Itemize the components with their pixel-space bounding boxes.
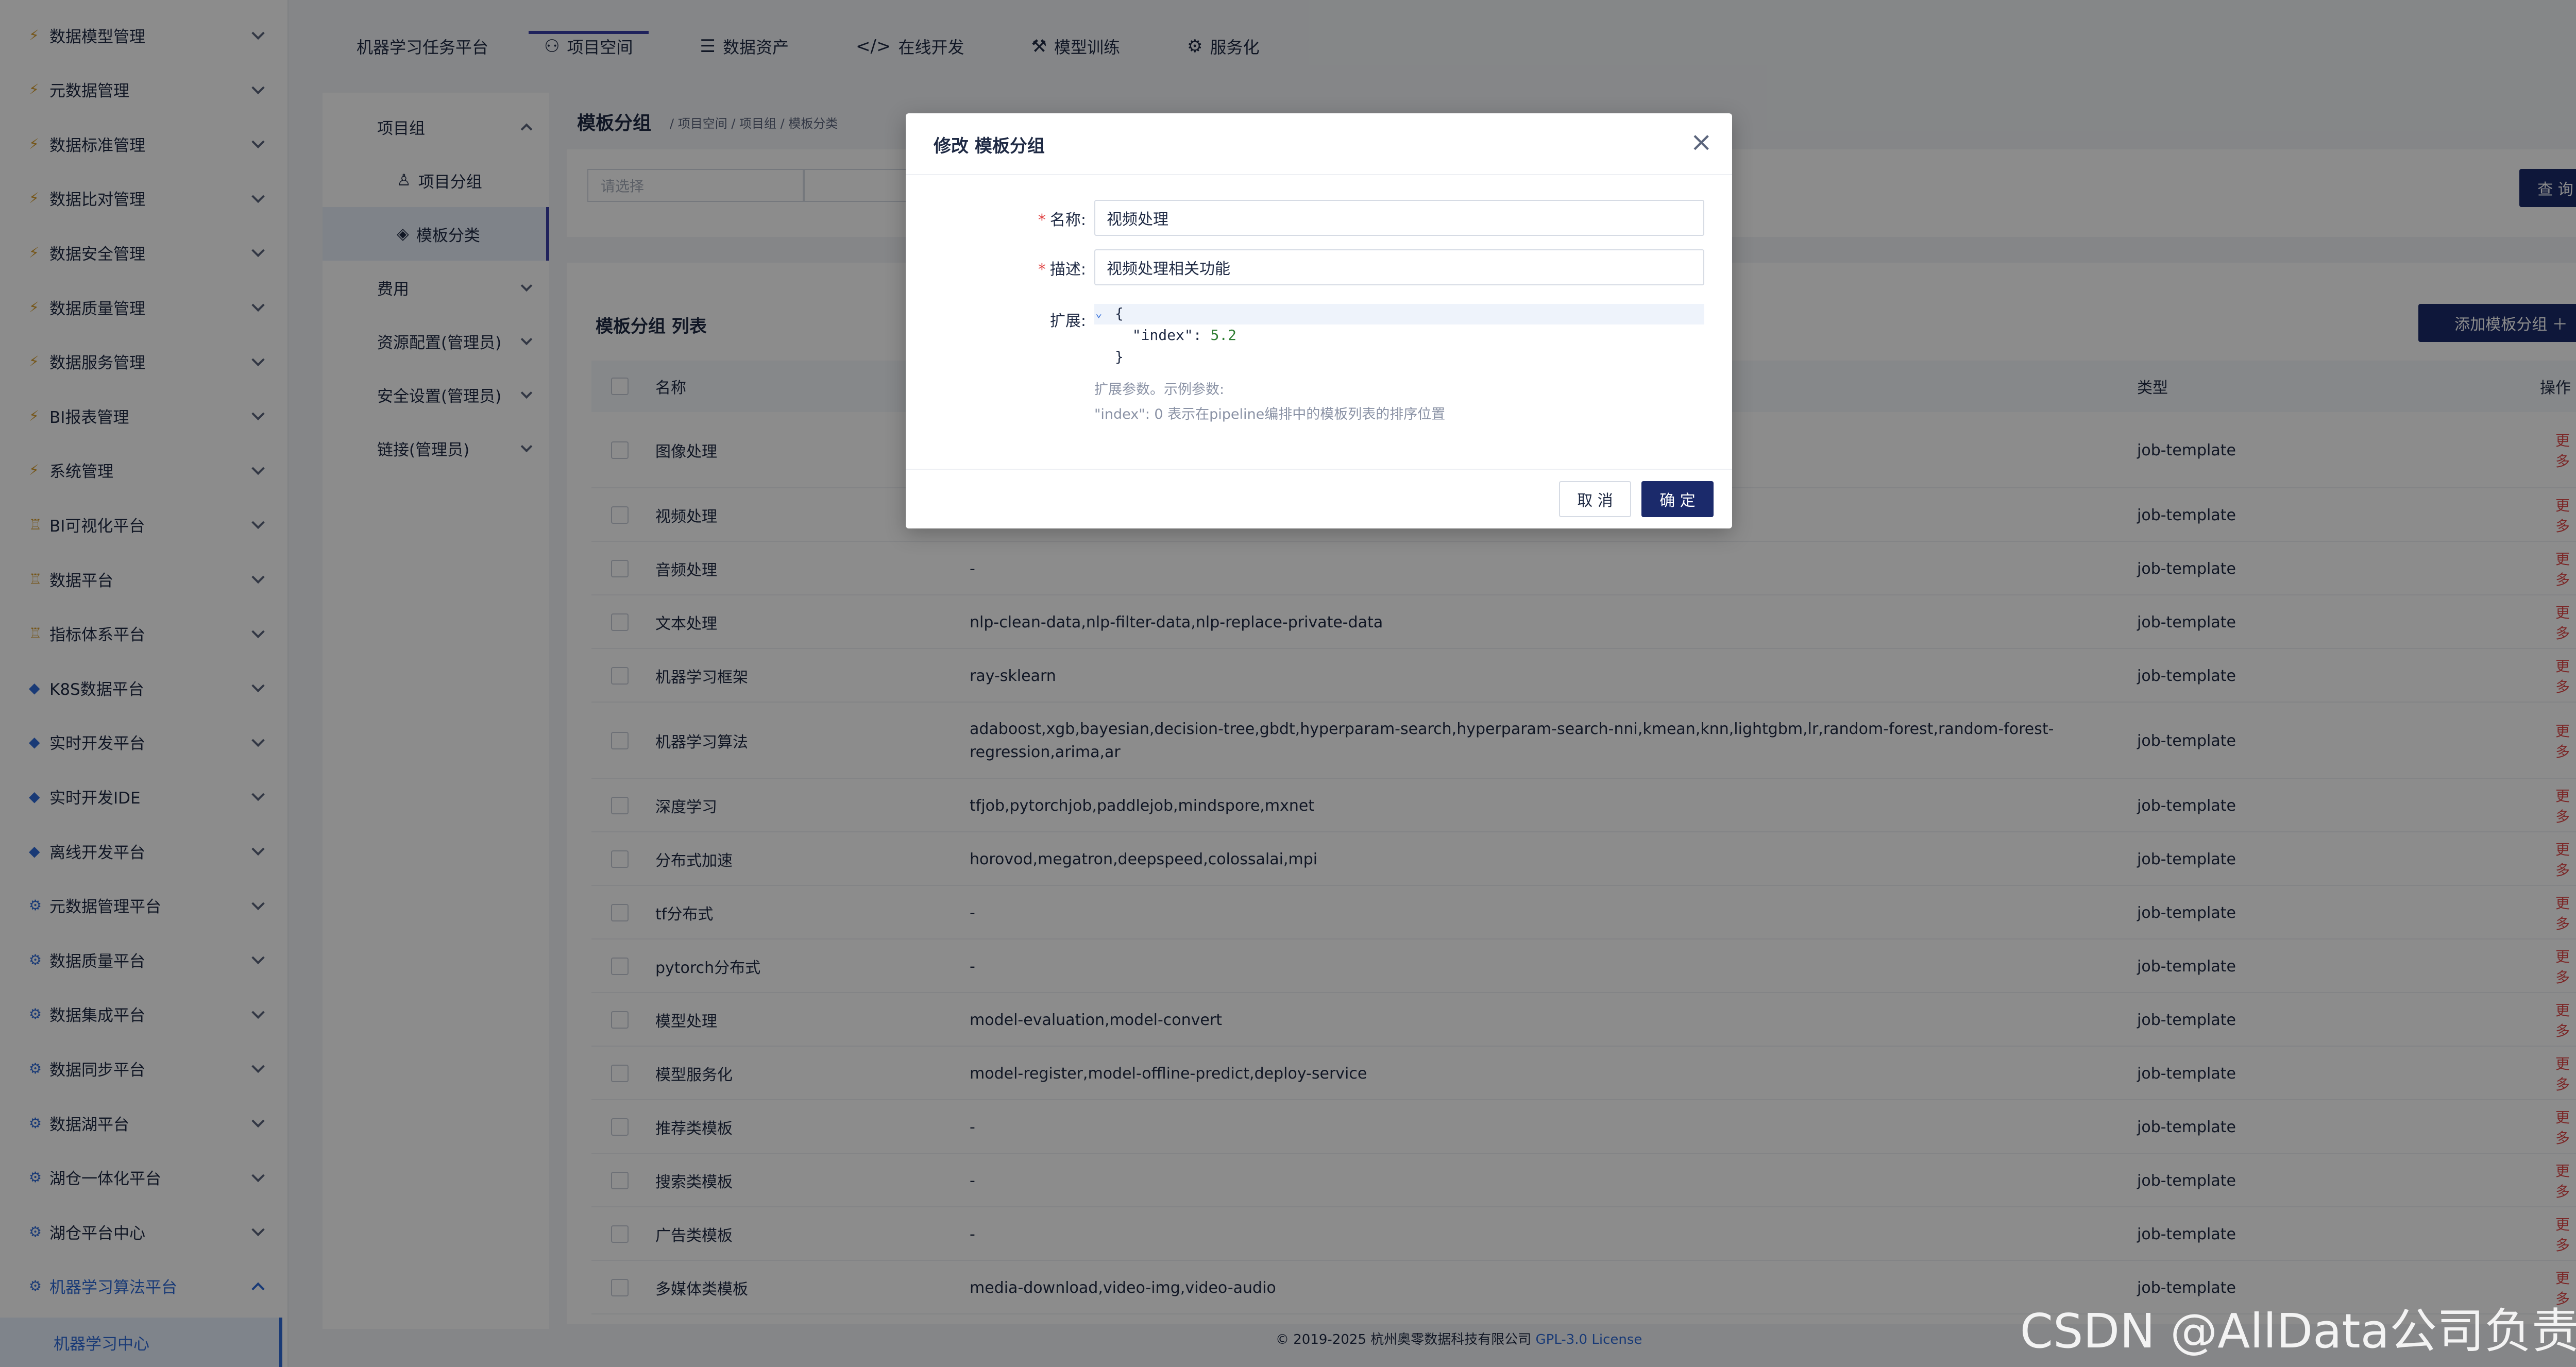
code-line-index: "index": 5.2: [1115, 327, 1237, 344]
name-label: * 名称:: [1038, 211, 1086, 229]
extension-hint: 扩展参数。示例参数:: [1094, 382, 1225, 398]
csdn-watermark: CSDN @AllData公司负责人: [2020, 1304, 2576, 1359]
cancel-button[interactable]: 取 消: [1559, 481, 1631, 517]
extension-hint-example: "index": 0 表示在pipeline编排中的模板列表的排序位置: [1094, 406, 1446, 422]
close-icon[interactable]: ×: [1690, 127, 1713, 158]
extension-json-editor[interactable]: ⌄ { "index": 5.2 }: [1094, 304, 1704, 371]
name-input[interactable]: 视频处理: [1094, 200, 1704, 236]
edit-template-group-dialog: 修改 模板分组 × * 名称: 视频处理 * 描述: 视频处理相关功能 扩展: ⌄ …: [906, 113, 1732, 528]
fold-chevron-icon[interactable]: ⌄: [1095, 307, 1102, 320]
active-line-highlight: [1094, 304, 1704, 324]
dialog-title: 修改 模板分组: [934, 136, 1045, 157]
divider: [906, 469, 1732, 470]
divider: [906, 174, 1732, 175]
description-input[interactable]: 视频处理相关功能: [1094, 249, 1704, 285]
confirm-button[interactable]: 确 定: [1641, 481, 1714, 517]
code-line-close: }: [1115, 348, 1124, 365]
description-label: * 描述:: [1038, 261, 1086, 279]
extension-label: 扩展:: [1049, 312, 1086, 330]
code-line-open: {: [1115, 305, 1124, 322]
